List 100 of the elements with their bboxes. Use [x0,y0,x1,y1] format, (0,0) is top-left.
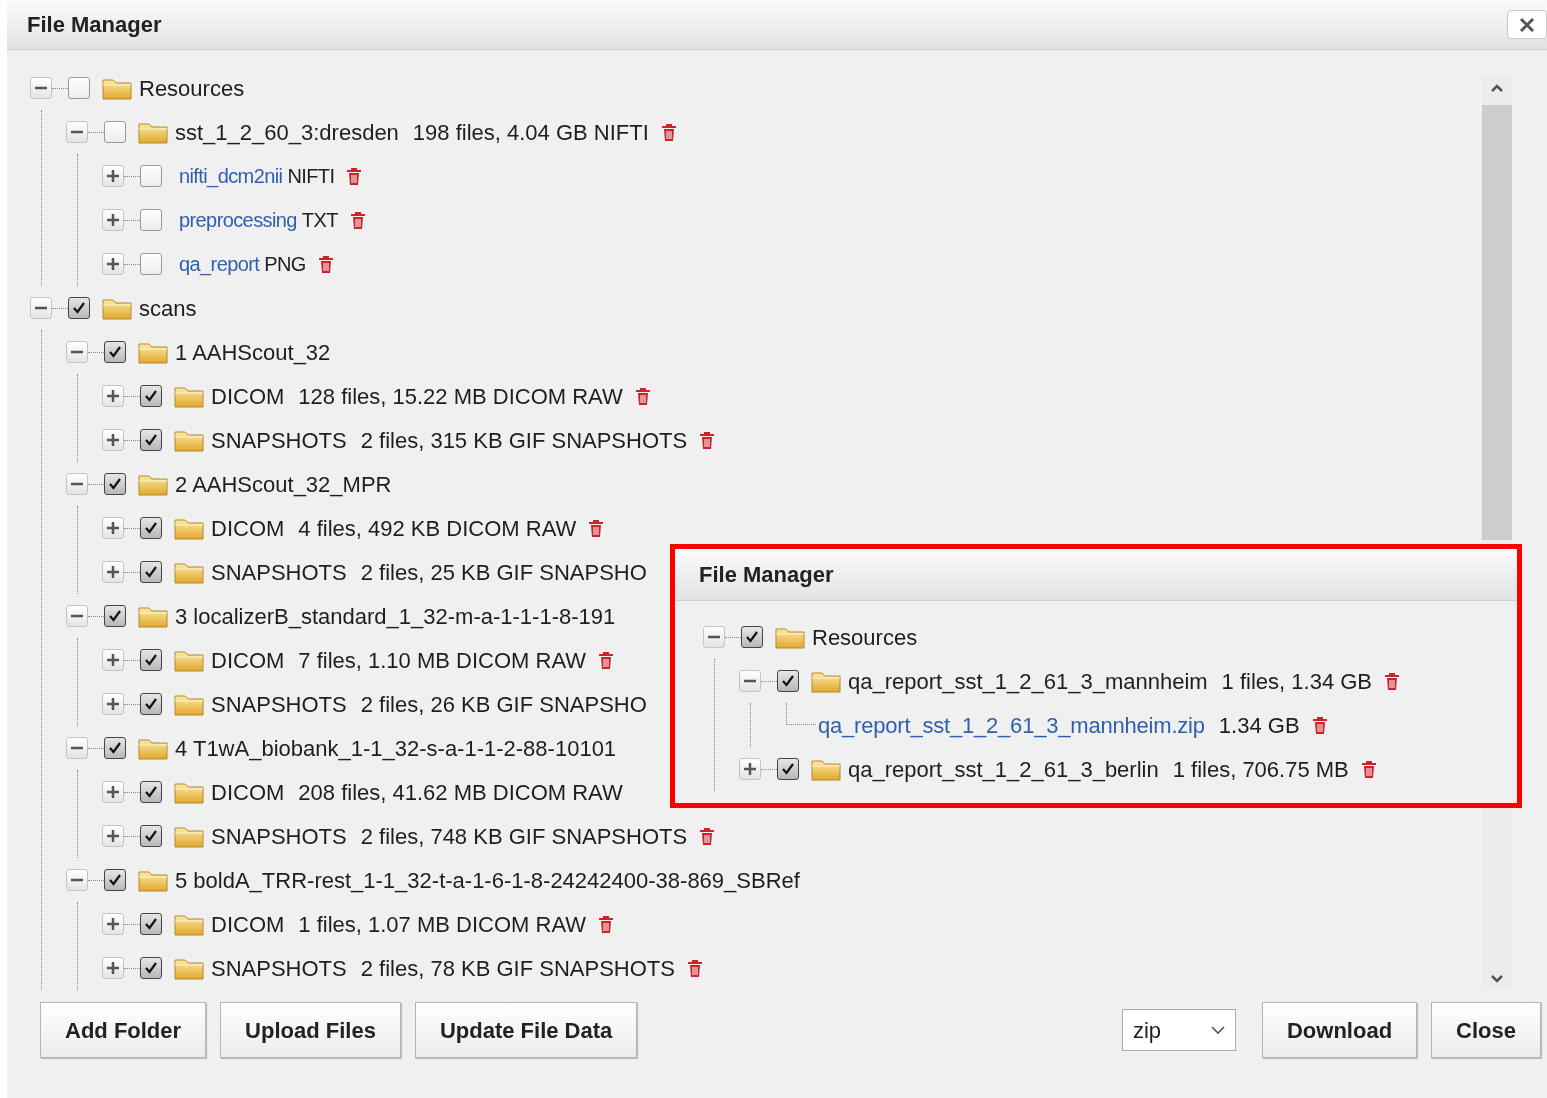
collapse-button[interactable] [66,341,88,363]
select-value: zip [1132,1016,1162,1045]
folder-name: qa_report_sst_1_2_61_3_mannheim [848,667,1208,696]
checkmark-icon [144,389,158,403]
checkbox[interactable] [104,737,126,759]
expand-button[interactable] [102,209,124,231]
checkbox[interactable] [68,77,90,99]
checkbox[interactable] [140,517,162,539]
expand-button[interactable] [102,253,124,275]
collapse-button[interactable] [703,626,725,648]
dialog-button[interactable]: Upload Files [220,1002,401,1058]
checkmark-icon [144,829,158,843]
checkbox[interactable] [140,781,162,803]
collapse-button[interactable] [66,605,88,627]
checkmark-icon [144,521,158,535]
dialog-button[interactable]: Update File Data [414,1002,638,1058]
checkbox[interactable] [140,165,162,187]
window-title: File Manager [699,561,834,589]
file-link[interactable]: qa_report_sst_1_2_61_3_mannheim.zip [818,708,1205,742]
expand-button[interactable] [102,165,124,187]
folder-name: 3 localizerB_standard_1_32-m-a-1-1-1-8-191 [175,602,616,631]
expand-button[interactable] [739,758,761,780]
collapse-button[interactable] [30,77,52,99]
checkbox[interactable] [140,825,162,847]
checkbox[interactable] [140,957,162,979]
trash-icon[interactable] [349,210,366,230]
trash-icon[interactable] [598,914,614,934]
plus-icon [106,653,120,667]
close-button[interactable] [1507,10,1547,39]
collapse-button[interactable] [739,670,761,692]
checkbox[interactable] [741,626,763,648]
trash-icon[interactable] [1311,715,1328,735]
checkmark-icon [144,565,158,579]
expand-button[interactable] [102,561,124,583]
expand-button[interactable] [102,693,124,715]
checkbox[interactable] [104,605,126,627]
dialog-button[interactable]: Close [1431,1002,1541,1058]
checkbox[interactable] [140,913,162,935]
trash-icon[interactable] [598,650,614,670]
folder-icon [174,824,204,848]
folder-icon [138,868,168,892]
checkbox[interactable] [140,253,162,275]
folder-link[interactable]: nifti_dcm2nii [179,161,283,191]
collapse-button[interactable] [66,869,88,891]
trash-icon[interactable] [634,386,651,406]
expand-button[interactable] [102,913,124,935]
plus-icon [106,917,120,931]
trash-icon[interactable] [660,122,677,142]
checkbox[interactable] [104,869,126,891]
checkbox[interactable] [777,670,799,692]
checkbox[interactable] [104,121,126,143]
expand-button[interactable] [102,957,124,979]
collapse-button[interactable] [66,737,88,759]
file-details: 1 files, 706.75 MB [1172,755,1349,784]
file-details: 1 files, 1.07 MB DICOM RAW [298,910,586,939]
trash-icon[interactable] [346,166,363,186]
folder-name: SNAPSHOTS [211,426,347,455]
trash-icon[interactable] [699,826,716,846]
expand-button[interactable] [102,385,124,407]
checkbox[interactable] [104,473,126,495]
folder-link[interactable]: preprocessing [179,205,297,235]
file-details: NIFTI [287,164,335,189]
scroll-up-icon[interactable] [1490,83,1504,93]
expand-button[interactable] [102,517,124,539]
format-select[interactable]: zip [1121,1009,1236,1051]
expand-button[interactable] [102,429,124,451]
expand-button[interactable] [102,781,124,803]
trash-icon[interactable] [588,518,605,538]
checkbox[interactable] [140,649,162,671]
checkbox[interactable] [140,693,162,715]
trash-icon[interactable] [1384,671,1401,691]
scrollbar-thumb[interactable] [1482,105,1512,540]
collapse-button[interactable] [30,297,52,319]
dialog-button[interactable]: Download [1261,1002,1418,1058]
folder-link[interactable]: qa_report [179,249,260,279]
trash-icon[interactable] [1360,759,1377,779]
trash-icon[interactable] [686,958,703,978]
folder-icon [811,757,841,781]
expand-button[interactable] [102,825,124,847]
expand-button[interactable] [102,649,124,671]
close-icon [1519,16,1535,33]
trash-icon[interactable] [699,430,716,450]
file-details: 2 files, 26 KB GIF SNAPSHO [360,690,647,719]
checkbox[interactable] [140,561,162,583]
checkbox[interactable] [104,341,126,363]
folder-icon [138,340,168,364]
checkbox[interactable] [777,758,799,780]
collapse-button[interactable] [66,473,88,495]
folder-name: DICOM [211,514,285,543]
file-details: 1 files, 1.34 GB [1221,667,1373,696]
file-details: 208 files, 41.62 MB DICOM RAW [298,778,623,807]
dialog-button[interactable]: Add Folder [40,1002,207,1058]
checkbox[interactable] [140,209,162,231]
checkbox[interactable] [68,297,90,319]
trash-icon[interactable] [317,254,334,274]
collapse-button[interactable] [66,121,88,143]
folder-name: DICOM [211,382,285,411]
checkbox[interactable] [140,429,162,451]
scroll-down-icon[interactable] [1490,974,1504,984]
checkbox[interactable] [140,385,162,407]
